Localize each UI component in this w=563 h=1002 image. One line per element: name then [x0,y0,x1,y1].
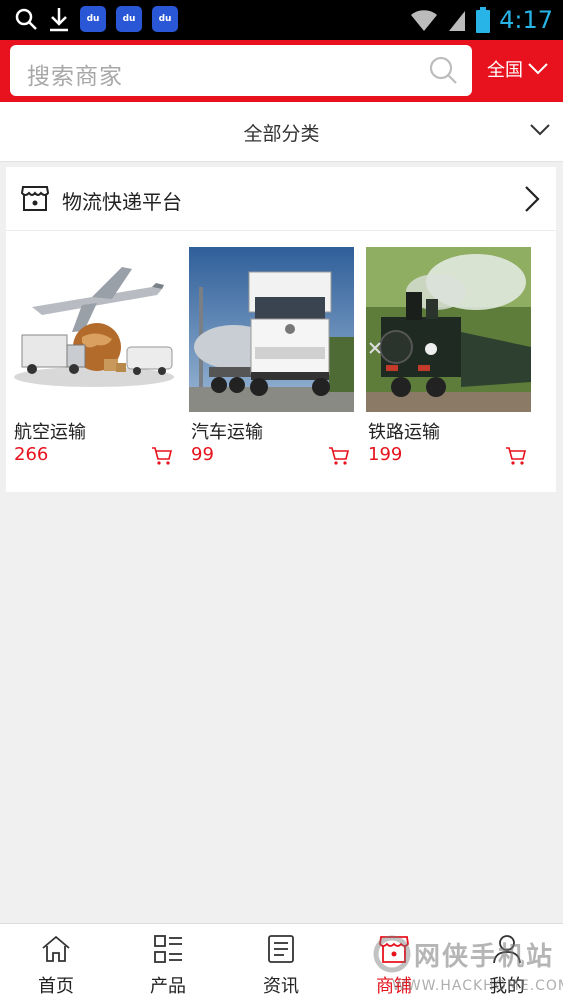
product-price: 99 [191,444,214,465]
search-icon [15,8,37,30]
product-image-air[interactable] [12,247,177,412]
category-filter[interactable]: 全部分类 [0,102,563,162]
home-icon [42,935,70,962]
nav-home[interactable]: 首页 [0,924,112,1002]
nav-mine[interactable]: 我的 [451,924,563,1002]
shop-header[interactable]: 物流快递平台 [6,167,556,231]
bottom-nav: 首页 产品 资讯 商铺 我的 [0,923,563,1002]
shop-card: 物流快递平台 航空运输 266 汽车运输 99 铁路运输 199 [6,167,556,492]
product-name: 铁路运输 [368,422,440,443]
search-input[interactable]: 搜索商家 [10,45,472,96]
download-icon [50,8,68,32]
search-placeholder: 搜索商家 [27,64,123,90]
nav-label: 产品 [150,976,186,997]
cart-icon[interactable] [505,446,527,466]
nav-label: 我的 [489,976,525,997]
cart-icon[interactable] [328,446,350,466]
region-selector[interactable]: 全国 [487,56,549,82]
nav-label: 首页 [38,976,74,997]
product-item[interactable]: 航空运输 266 [12,247,177,465]
signal-icon [449,11,466,31]
baidu-icon: du [152,6,178,32]
store-icon [20,186,50,211]
chevron-down-icon[interactable] [529,122,551,138]
status-bar: du du du 4:17 [0,0,563,40]
chevron-right-icon[interactable] [524,185,540,213]
nav-news[interactable]: 资讯 [225,924,337,1002]
product-price: 266 [14,444,49,465]
notification-icons: du du du [14,6,178,32]
product-image-train[interactable] [366,247,531,412]
baidu-icon: du [116,6,142,32]
product-item[interactable]: 铁路运输 199 [366,247,531,465]
cart-icon[interactable] [151,446,173,466]
product-item[interactable]: 汽车运输 99 [189,247,354,465]
product-image-truck[interactable] [189,247,354,412]
shop-icon [379,936,409,963]
grid-list-icon [154,935,182,963]
product-name: 航空运输 [14,422,86,443]
header-bar: 搜索商家 全国 [0,40,563,102]
category-title: 全部分类 [243,123,320,145]
nav-products[interactable]: 产品 [112,924,224,1002]
nav-label: 商铺 [376,976,412,997]
nav-label: 资讯 [263,976,299,997]
region-label: 全国 [487,60,523,81]
product-price: 199 [368,444,403,465]
clock: 4:17 [499,6,553,34]
wifi-icon [411,10,438,32]
chevron-down-icon [528,63,548,75]
user-icon [493,935,521,964]
shop-title: 物流快递平台 [62,190,182,214]
nav-shops[interactable]: 商铺 [338,924,450,1002]
search-icon[interactable] [428,55,458,85]
product-name: 汽车运输 [191,422,263,443]
news-icon [268,935,294,963]
battery-icon [476,7,491,33]
baidu-icon: du [80,6,106,32]
